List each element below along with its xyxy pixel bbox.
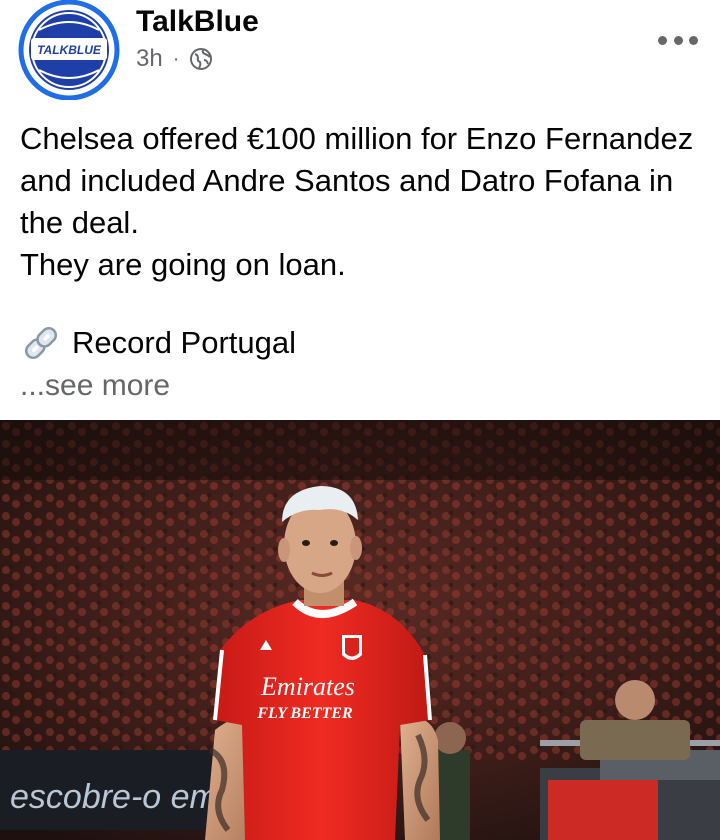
post-time[interactable]: 3h	[136, 44, 163, 74]
svg-text:TALKBLUE: TALKBLUE	[37, 43, 102, 57]
talkblue-logo: TALKBLUE	[18, 0, 120, 101]
stadium-board-text: escobre-o em	[10, 778, 218, 816]
post-body: Chelsea offered €100 million for Enzo Fe…	[20, 118, 700, 286]
post-text-line: Chelsea offered €100 million for Enzo Fe…	[20, 121, 694, 240]
meta-separator: ·	[172, 48, 180, 70]
post-photo[interactable]: escobre-o em Emirates FLY BETTER	[0, 420, 720, 840]
more-dot-icon	[689, 35, 698, 45]
player-photo: escobre-o em Emirates FLY BETTER	[0, 420, 720, 840]
facebook-post: TALKBLUE TalkBlue 3h · Chelsea offered €…	[0, 0, 720, 840]
post-meta: 3h ·	[136, 44, 213, 74]
more-dot-icon	[658, 35, 667, 45]
page-name[interactable]: TalkBlue	[136, 4, 259, 40]
source-link[interactable]: Record Portugal	[20, 322, 296, 364]
page-avatar[interactable]: TALKBLUE	[17, 0, 121, 101]
link-icon	[20, 323, 62, 363]
post-header: TALKBLUE TalkBlue 3h ·	[0, 0, 720, 104]
globe-icon	[189, 47, 213, 71]
post-text-line: They are going on loan.	[20, 247, 346, 282]
svg-text:Emirates: Emirates	[260, 672, 355, 701]
more-dot-icon	[673, 35, 683, 45]
see-more-link[interactable]: ...see more	[20, 366, 170, 406]
jersey-sponsor: Emirates FLY BETTER	[256, 672, 355, 722]
svg-text:FLY BETTER: FLY BETTER	[256, 705, 353, 722]
more-options-button[interactable]	[658, 28, 698, 52]
source-label: Record Portugal	[72, 325, 297, 360]
